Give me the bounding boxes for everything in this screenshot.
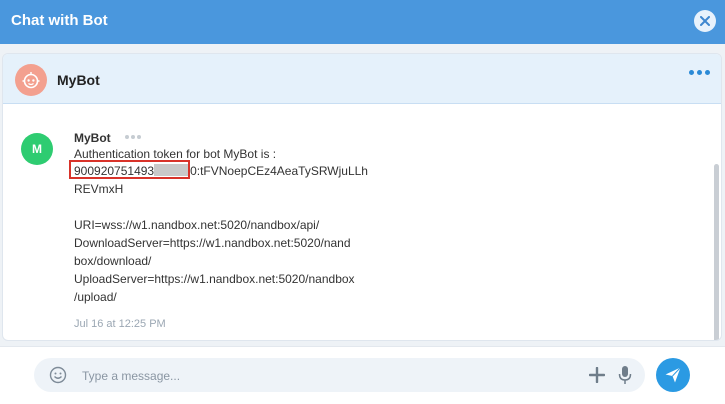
close-icon	[700, 16, 710, 26]
message-timestamp: Jul 16 at 12:25 PM	[74, 318, 166, 330]
chat-window: Chat with Bot MyBot M MyBot Authenticati…	[0, 0, 725, 404]
more-dots-icon	[697, 70, 702, 75]
message-line: URI=wss://w1.nandbox.net:5020/nandbox/ap…	[74, 218, 320, 232]
attach-button[interactable]	[587, 365, 607, 385]
message-line: REVmxH	[74, 182, 124, 196]
more-dots-icon	[131, 135, 135, 139]
chat-bot-name: MyBot	[57, 72, 100, 88]
more-dots-icon	[705, 70, 710, 75]
send-button[interactable]	[656, 358, 690, 392]
header-more-button[interactable]	[689, 70, 710, 75]
message-line: DownloadServer=https://w1.nandbox.net:50…	[74, 236, 351, 250]
message-more-button[interactable]	[125, 135, 141, 139]
window-title: Chat with Bot	[11, 12, 108, 29]
composer-field	[34, 358, 645, 392]
smiley-icon	[49, 366, 67, 384]
token-rest: 0:tFVNoepCEz4AeaTySRWjuLLh	[190, 164, 368, 178]
token-highlight-box	[69, 160, 190, 179]
message-input[interactable]	[80, 364, 574, 388]
scrollbar-thumb[interactable]	[714, 164, 719, 340]
paper-plane-icon	[665, 367, 681, 383]
more-dots-icon	[689, 70, 694, 75]
message-line: UploadServer=https://w1.nandbox.net:5020…	[74, 272, 355, 286]
title-bar: Chat with Bot	[0, 0, 725, 44]
close-button[interactable]	[694, 10, 716, 32]
message-avatar[interactable]: M	[21, 133, 53, 165]
plus-icon	[589, 367, 605, 383]
composer-bar	[0, 346, 725, 404]
chat-header: MyBot	[3, 54, 721, 104]
voice-button[interactable]	[616, 364, 634, 386]
message-line: /upload/	[74, 290, 117, 304]
emoji-button[interactable]	[48, 365, 68, 385]
bot-avatar[interactable]	[15, 64, 47, 96]
more-dots-icon	[125, 135, 129, 139]
more-dots-icon	[137, 135, 141, 139]
chat-panel: MyBot M MyBot Authentication token for b…	[2, 53, 722, 341]
message-sender: MyBot	[74, 131, 111, 145]
robot-icon	[22, 72, 40, 89]
message-line: box/download/	[74, 254, 152, 268]
microphone-icon	[618, 366, 632, 384]
message-line: Authentication token for bot MyBot is :	[74, 147, 277, 161]
